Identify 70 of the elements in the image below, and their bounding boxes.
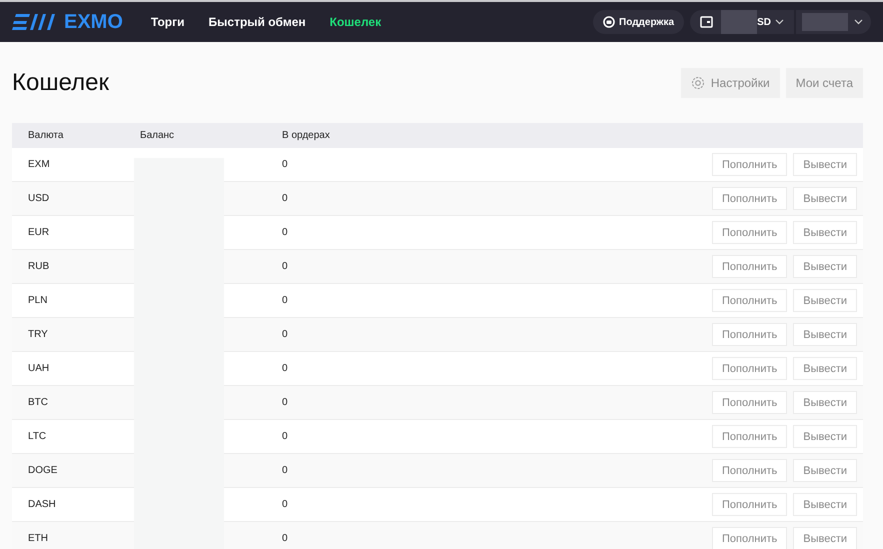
- nav-link[interactable]: Кошелек: [330, 15, 382, 29]
- redaction-block: [721, 10, 758, 34]
- withdraw-button[interactable]: Вывести: [793, 289, 857, 312]
- deposit-button[interactable]: Пополнить: [712, 391, 788, 414]
- settings-icon: [690, 76, 705, 90]
- table-cell-text: 0: [282, 397, 289, 408]
- table-cell-text: 0: [282, 329, 289, 340]
- withdraw-button[interactable]: Вывести: [793, 357, 857, 380]
- table-cell-text: 0: [282, 363, 289, 374]
- deposit-button[interactable]: Пополнить: [712, 221, 788, 244]
- withdraw-button[interactable]: Вывести: [793, 425, 857, 448]
- page-title: Кошелек: [12, 69, 109, 97]
- table-cell-text: BTC: [27, 397, 49, 408]
- deposit-button[interactable]: Пополнить: [712, 187, 788, 210]
- deposit-button[interactable]: Пополнить: [712, 527, 788, 549]
- table-cell-text: EXM: [27, 159, 51, 170]
- withdraw-button[interactable]: Вывести: [793, 493, 857, 516]
- withdraw-button[interactable]: Вывести: [793, 153, 857, 176]
- logo-icon: [12, 12, 58, 32]
- deposit-button[interactable]: Пополнить: [712, 153, 788, 176]
- withdraw-button[interactable]: Вывести: [793, 187, 857, 210]
- table-cell-text: 0: [282, 295, 289, 306]
- table-cell-text: 0: [282, 227, 289, 238]
- wallet-icon: [700, 16, 714, 28]
- nav-link[interactable]: Торги: [150, 15, 185, 29]
- column-header: Валюта: [27, 130, 64, 141]
- redaction-block: [802, 13, 848, 31]
- nav-link[interactable]: Быстрый обмен: [208, 15, 306, 29]
- logo-text: EXMO: [64, 10, 123, 34]
- withdraw-button[interactable]: Вывести: [793, 391, 857, 414]
- table-cell-text: 0: [282, 465, 289, 476]
- deposit-button[interactable]: Пополнить: [712, 255, 788, 278]
- table-cell-text: LTC: [27, 431, 48, 442]
- deposit-button[interactable]: Пополнить: [712, 289, 788, 312]
- table-cell-text: EUR: [27, 227, 50, 238]
- accounts-button[interactable]: Мои счета: [786, 68, 863, 98]
- headset-icon: [603, 16, 616, 28]
- table-cell-text: UAH: [27, 363, 50, 374]
- chevron-down-icon: [854, 19, 863, 25]
- column-header: Баланс: [140, 130, 176, 141]
- settings-button[interactable]: Настройки: [680, 68, 780, 98]
- column-header: В ордерах: [282, 130, 331, 141]
- table-cell-text: 0: [282, 261, 289, 272]
- table-cell-text: ETH: [27, 533, 49, 544]
- deposit-button[interactable]: Пополнить: [712, 493, 788, 516]
- withdraw-button[interactable]: Вывести: [793, 221, 857, 244]
- table-cell-text: PLN: [27, 295, 48, 306]
- deposit-button[interactable]: Пополнить: [712, 323, 788, 346]
- table-cell-text: 0: [282, 193, 289, 204]
- support-button[interactable]: Поддержка: [593, 10, 684, 34]
- deposit-button[interactable]: Пополнить: [712, 425, 788, 448]
- balance-dropdown[interactable]: SD: [690, 10, 794, 34]
- deposit-button[interactable]: Пополнить: [712, 357, 788, 380]
- withdraw-button[interactable]: Вывести: [793, 323, 857, 346]
- withdraw-button[interactable]: Вывести: [793, 255, 857, 278]
- table-cell-text: DASH: [27, 499, 57, 510]
- table-cell-text: 0: [282, 159, 289, 170]
- table-cell-text: 0: [282, 431, 289, 442]
- account-dropdown[interactable]: [795, 10, 871, 34]
- table-cell-text: 0: [282, 533, 289, 544]
- deposit-button[interactable]: Пополнить: [712, 459, 788, 482]
- table-cell-text: RUB: [27, 261, 50, 272]
- chevron-down-icon: [775, 19, 784, 25]
- table-cell-text: DOGE: [27, 465, 58, 476]
- currency-label: SD: [757, 16, 771, 28]
- table-cell-text: TRY: [27, 329, 49, 340]
- withdraw-button[interactable]: Вывести: [793, 459, 857, 482]
- table-cell-text: USD: [27, 193, 50, 204]
- withdraw-button[interactable]: Вывести: [793, 527, 857, 549]
- table-cell-text: 0: [282, 499, 289, 510]
